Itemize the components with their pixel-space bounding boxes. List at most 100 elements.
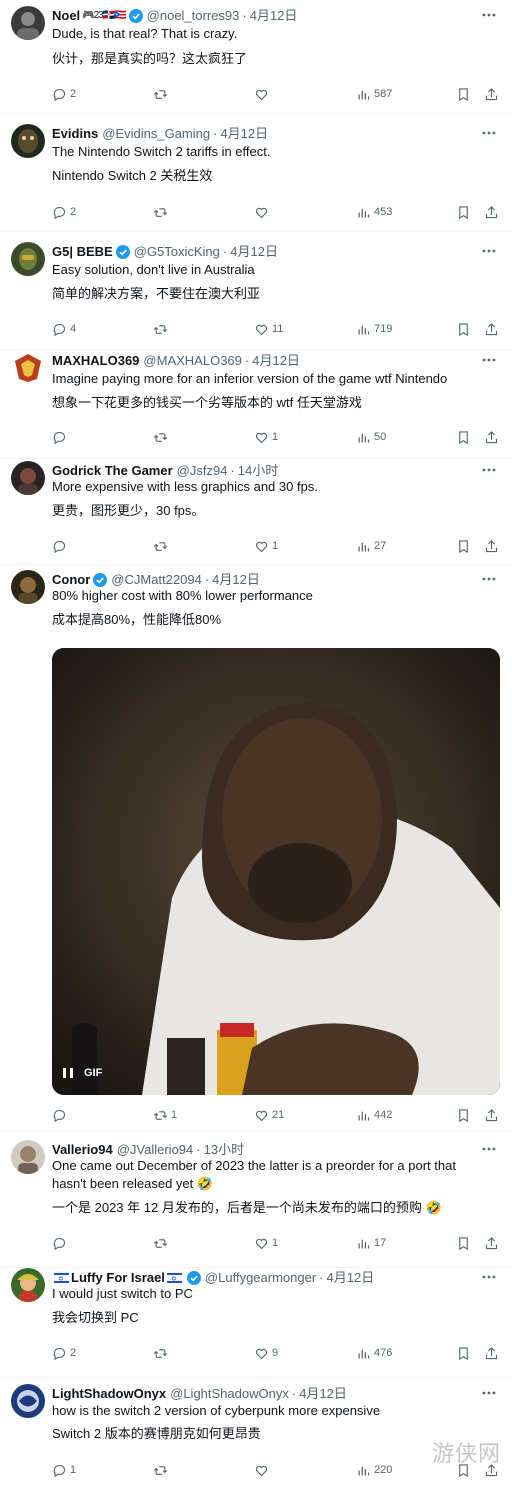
gif-media[interactable]: GIF [52, 648, 500, 1095]
views-button[interactable]: 17 [356, 1233, 386, 1253]
retweet-button[interactable] [153, 1460, 171, 1480]
views-button[interactable]: 453 [356, 202, 392, 222]
more-icon[interactable] [480, 351, 498, 369]
share-button[interactable] [484, 1343, 499, 1363]
timestamp[interactable]: 4月12日 [220, 124, 268, 144]
more-icon[interactable] [480, 124, 498, 142]
reply-button[interactable] [52, 536, 70, 556]
more-icon[interactable] [480, 242, 498, 260]
post-maxhalo[interactable]: MAXHALO369 @MAXHALO369 · 4月12日 Imagine pay… [0, 345, 512, 459]
heart-icon [255, 541, 268, 552]
more-icon[interactable] [480, 461, 498, 479]
reply-button[interactable]: 2 [52, 84, 76, 104]
display-name[interactable]: LightShadowOnyx [52, 1384, 166, 1404]
views-button[interactable]: 587 [356, 84, 392, 104]
more-icon[interactable] [480, 1268, 498, 1286]
timestamp[interactable]: 4月12日 [250, 6, 298, 26]
share-button[interactable] [484, 536, 499, 556]
display-name[interactable]: Noel [52, 6, 80, 26]
share-button[interactable] [484, 202, 499, 222]
timestamp[interactable]: 4月12日 [230, 242, 278, 262]
avatar[interactable] [11, 1140, 45, 1174]
handle[interactable]: @MAXHALO369 [143, 351, 241, 371]
post-luffy[interactable]: Luffy For Israel @Luffygearmonger·4月12日 … [0, 1262, 512, 1378]
timestamp[interactable]: 4月12日 [299, 1384, 347, 1404]
views-button[interactable]: 27 [356, 536, 386, 556]
views-icon [358, 1239, 370, 1248]
like-button[interactable]: 11 [254, 319, 283, 339]
like-button[interactable] [254, 1460, 272, 1480]
display-name[interactable]: MAXHALO369 [52, 351, 139, 371]
more-icon[interactable] [480, 1140, 498, 1158]
reply-button[interactable]: 4 [52, 319, 76, 339]
retweet-button[interactable] [153, 84, 171, 104]
reply-icon [53, 1347, 66, 1360]
timestamp[interactable]: 4月12日 [252, 351, 300, 371]
like-button[interactable] [254, 202, 272, 222]
avatar[interactable] [11, 1268, 45, 1302]
bookmark-button[interactable] [456, 1233, 471, 1253]
pause-icon[interactable] [60, 1065, 76, 1081]
avatar[interactable] [11, 124, 45, 158]
share-button[interactable] [484, 427, 499, 447]
reply-button[interactable] [52, 427, 70, 447]
views-button[interactable]: 719 [356, 319, 392, 339]
retweet-button[interactable] [153, 1233, 171, 1253]
retweet-button[interactable] [153, 1343, 171, 1363]
like-button[interactable]: 1 [254, 427, 278, 447]
reply-button[interactable]: 2 [52, 202, 76, 222]
retweet-button[interactable] [153, 427, 171, 447]
share-button[interactable] [484, 1233, 499, 1253]
like-button[interactable]: 21 [254, 1105, 284, 1125]
handle[interactable]: @G5ToxicKing [134, 242, 220, 262]
reply-button[interactable]: 1 [52, 1460, 76, 1480]
bookmark-button[interactable] [456, 1343, 471, 1363]
bookmark-button[interactable] [456, 202, 471, 222]
avatar[interactable] [11, 242, 45, 276]
share-button[interactable] [484, 84, 499, 104]
post-noel[interactable]: Noel 🎮23🇩🇴🇵🇷 @noel_torres93 · 4月12日 Dude, i… [0, 0, 512, 114]
bookmark-button[interactable] [456, 536, 471, 556]
avatar[interactable] [11, 351, 45, 385]
post-vallerio[interactable]: Vallerio94 @JVallerio94 · 13小时 One came ou… [0, 1134, 512, 1268]
post-lightshadowonyx[interactable]: LightShadowOnyx @LightShadowOnyx · 4月12日 h… [0, 1378, 512, 1485]
views-button[interactable]: 442 [356, 1105, 392, 1125]
avatar[interactable] [11, 461, 45, 495]
reply-button[interactable]: 2 [52, 1343, 76, 1363]
share-button[interactable] [484, 1105, 499, 1125]
view-count: 17 [374, 1237, 387, 1249]
display-name[interactable]: G5| BEBE [52, 242, 113, 262]
retweet-button[interactable] [153, 202, 171, 222]
more-icon[interactable] [480, 1384, 498, 1402]
like-button[interactable]: 9 [254, 1343, 278, 1363]
views-button[interactable]: 476 [356, 1343, 392, 1363]
bookmark-button[interactable] [456, 1105, 471, 1125]
retweet-button[interactable] [153, 536, 171, 556]
post-godrick[interactable]: Godrick The Gamer @Jsfz94 · 14小时 More expe… [0, 455, 512, 565]
like-button[interactable]: 1 [254, 536, 278, 556]
views-button[interactable]: 220 [356, 1460, 392, 1480]
handle[interactable]: @noel_torres93 [147, 6, 240, 26]
post-evidins[interactable]: Evidins @Evidins_Gaming · 4月12日 The Ninten… [0, 118, 512, 232]
bookmark-button[interactable] [456, 84, 471, 104]
views-button[interactable]: 50 [356, 427, 386, 447]
bookmark-button[interactable] [456, 427, 471, 447]
reply-button[interactable] [52, 1105, 70, 1125]
avatar[interactable] [11, 570, 45, 604]
display-name[interactable]: Evidins [52, 124, 98, 144]
share-button[interactable] [484, 319, 499, 339]
retweet-button[interactable]: 1 [153, 1105, 177, 1125]
avatar[interactable] [11, 6, 45, 40]
retweet-button[interactable] [153, 319, 171, 339]
bookmark-button[interactable] [456, 319, 471, 339]
avatar[interactable] [11, 1384, 45, 1418]
like-button[interactable]: 1 [254, 1233, 278, 1253]
more-icon[interactable] [480, 570, 498, 588]
gif-controls[interactable]: GIF [60, 1063, 102, 1083]
reply-button[interactable] [52, 1233, 70, 1253]
more-icon[interactable] [480, 6, 498, 24]
post-g5-bebe[interactable]: G5| BEBE @G5ToxicKing · 4月12日 Easy solutio… [0, 236, 512, 350]
handle[interactable]: @LightShadowOnyx [170, 1384, 289, 1404]
like-button[interactable] [254, 84, 272, 104]
handle[interactable]: @Evidins_Gaming [102, 124, 210, 144]
